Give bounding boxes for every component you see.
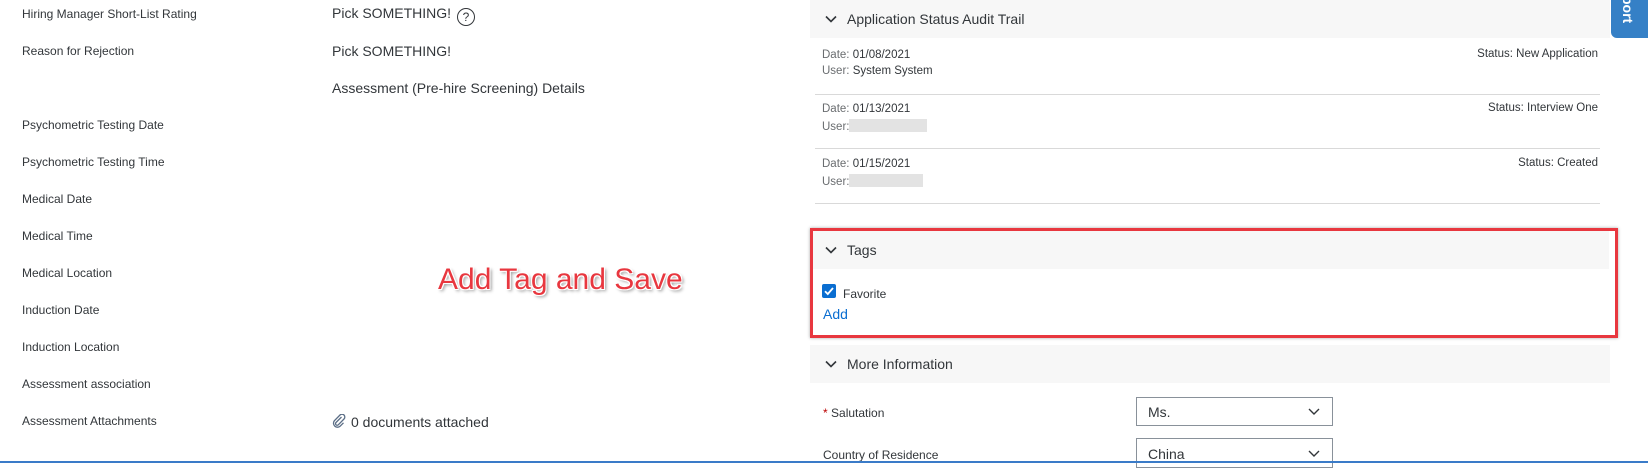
- date-label: Date:: [822, 158, 850, 170]
- field-label-reason-rejection: Reason for Rejection: [22, 44, 135, 58]
- field-label-medical-date: Medical Date: [22, 192, 93, 206]
- field-label-induction-location: Induction Location: [22, 340, 120, 354]
- support-tab-label: port: [1620, 0, 1636, 24]
- required-marker: *: [823, 406, 828, 420]
- audit-status: Status: New Application: [1477, 48, 1598, 60]
- audit-row: Date: 01/13/2021 User: Status: Interview…: [815, 96, 1600, 149]
- salutation-label-text: Salutation: [831, 406, 885, 420]
- audit-date: 01/08/2021: [852, 49, 911, 61]
- field-label-assessment-association: Assessment association: [22, 377, 151, 391]
- user-label: User:: [822, 65, 850, 77]
- paperclip-icon: [332, 413, 346, 428]
- field-label-medical-location: Medical Location: [22, 266, 113, 280]
- chevron-down-icon: [825, 360, 837, 368]
- audit-trail-title: Application Status Audit Trail: [847, 11, 1025, 27]
- field-label-induction-date: Induction Date: [22, 303, 100, 317]
- audit-row: Date: 01/08/2021 User: System System Sta…: [815, 42, 1600, 95]
- assessment-heading: Assessment (Pre-hire Screening) Details: [332, 80, 585, 96]
- audit-row: Date: 01/15/2021 User: Status: Created: [815, 151, 1600, 204]
- field-label-assessment-attachments: Assessment Attachments: [22, 414, 157, 428]
- audit-status: Status: Created: [1518, 157, 1598, 169]
- chevron-down-icon: [1308, 408, 1320, 415]
- user-label: User:: [822, 121, 850, 133]
- salutation-select[interactable]: Ms.: [1136, 397, 1333, 426]
- redacted-user: [849, 119, 928, 132]
- annotation-text: Add Tag and Save: [438, 263, 683, 296]
- country-select[interactable]: China: [1136, 438, 1333, 468]
- audit-date: 01/13/2021: [852, 103, 911, 115]
- audit-status: Status: Interview One: [1488, 102, 1598, 114]
- audit-user: System System: [852, 65, 933, 77]
- highlight-box: [810, 228, 1618, 338]
- audit-date: 01/15/2021: [852, 158, 911, 170]
- field-label-psych-time: Psychometric Testing Time: [22, 155, 165, 169]
- salutation-label: * Salutation: [823, 406, 884, 420]
- field-label-medical-time: Medical Time: [22, 229, 93, 243]
- attachments-value[interactable]: 0 documents attached: [332, 413, 489, 430]
- chevron-down-icon: [1308, 450, 1320, 457]
- salutation-value: Ms.: [1148, 404, 1171, 420]
- shortlist-rating-value[interactable]: Pick SOMETHING!?: [332, 5, 476, 26]
- redacted-user: [849, 174, 924, 187]
- more-info-header[interactable]: More Information: [810, 345, 1610, 383]
- date-label: Date:: [822, 103, 850, 115]
- more-info-title: More Information: [847, 356, 953, 372]
- user-label: User:: [822, 176, 850, 188]
- attachments-count: 0 documents attached: [351, 414, 489, 430]
- shortlist-rating-text: Pick SOMETHING!: [332, 5, 452, 21]
- chevron-down-icon: [825, 15, 837, 23]
- country-value: China: [1148, 446, 1185, 462]
- field-label-shortlist-rating: Hiring Manager Short-List Rating: [22, 7, 197, 21]
- field-label-psych-date: Psychometric Testing Date: [22, 118, 164, 132]
- date-label: Date:: [822, 49, 850, 61]
- country-label: Country of Residence: [823, 448, 939, 462]
- help-icon[interactable]: ?: [457, 8, 476, 26]
- audit-trail-header[interactable]: Application Status Audit Trail: [810, 0, 1610, 38]
- support-side-tab[interactable]: port: [1611, 0, 1648, 38]
- reason-rejection-value[interactable]: Pick SOMETHING!: [332, 43, 451, 59]
